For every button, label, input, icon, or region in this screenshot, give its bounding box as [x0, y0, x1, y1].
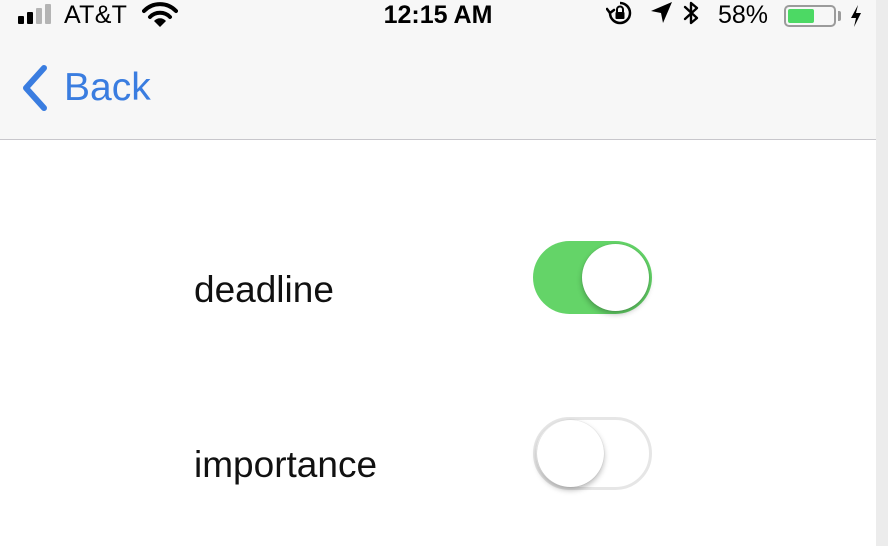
status-bar: AT&T 12:15 AM 58% [0, 0, 876, 32]
back-button-label: Back [64, 66, 151, 109]
toggle-knob [537, 420, 604, 487]
importance-toggle[interactable] [533, 417, 652, 490]
battery-level-fill [788, 9, 814, 23]
chevron-left-icon [23, 65, 47, 111]
screen-edge [876, 0, 888, 546]
importance-label: importance [194, 444, 378, 485]
battery-percent: 58% [718, 1, 769, 29]
back-button[interactable]: Back [18, 60, 151, 116]
orientation-lock-icon [606, 1, 632, 25]
charging-bolt-icon [851, 5, 861, 27]
location-arrow-icon [651, 2, 672, 23]
battery-icon [784, 5, 836, 27]
toggle-knob [582, 244, 649, 311]
deadline-toggle[interactable] [533, 241, 652, 314]
battery-cap [838, 11, 841, 21]
bluetooth-icon [683, 1, 699, 25]
deadline-label: deadline [194, 269, 334, 310]
